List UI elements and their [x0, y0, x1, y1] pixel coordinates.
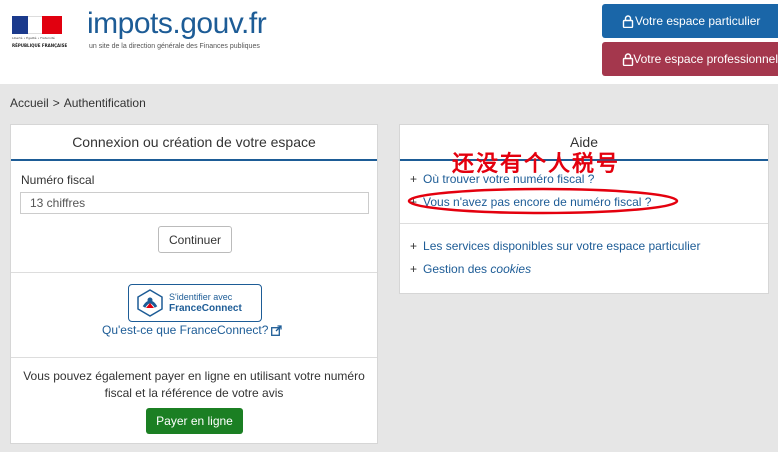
divider — [400, 223, 768, 224]
help-link-label: Les services disponibles sur votre espac… — [423, 239, 701, 253]
fiscal-number-label: Numéro fiscal — [21, 173, 95, 187]
pay-online-description: Vous pouvez également payer en ligne en … — [23, 369, 365, 400]
espace-particulier-button[interactable]: Votre espace particulier — [602, 4, 778, 38]
franceconnect-logo — [137, 289, 163, 317]
breadcrumb: Accueil > Authentification — [10, 96, 146, 110]
franceconnect-label-line2: FranceConnect — [169, 303, 242, 314]
login-panel-title: Connexion ou création de votre espace — [11, 125, 377, 161]
login-panel: Connexion ou création de votre espace Nu… — [10, 124, 378, 444]
breadcrumb-home[interactable]: Accueil — [10, 96, 49, 110]
help-link-cookies[interactable]: + Gestion des cookies — [410, 262, 531, 276]
republic-name: RÉPUBLIQUE FRANÇAISE — [12, 43, 68, 48]
franceconnect-info-label: Qu'est-ce que FranceConnect? — [102, 323, 269, 337]
divider — [11, 357, 377, 358]
marianne-logo[interactable]: Liberté • Égalité • Fraternité RÉPUBLIQU… — [12, 16, 68, 50]
tricolor-flag-icon — [12, 16, 62, 34]
site-logo[interactable]: impots.gouv.fr — [87, 7, 267, 41]
franceconnect-info-link[interactable]: Qu'est-ce que FranceConnect? — [102, 323, 283, 339]
plus-icon: + — [410, 239, 418, 253]
annotation-ellipse — [407, 187, 679, 215]
plus-icon: + — [410, 172, 418, 186]
pay-online-button[interactable]: Payer en ligne — [146, 408, 243, 434]
espace-professionnel-button[interactable]: Votre espace professionnel — [602, 42, 778, 76]
help-link-label: Gestion des — [423, 262, 491, 276]
franceconnect-button[interactable]: S'identifier avec FranceConnect — [128, 284, 262, 322]
franceconnect-label-line1: S'identifier avec — [169, 292, 233, 302]
annotation-text: 还没有个人税号 — [452, 152, 621, 177]
site-header: Liberté • Égalité • Fraternité RÉPUBLIQU… — [0, 0, 778, 84]
fiscal-number-input[interactable] — [20, 192, 369, 214]
espace-professionnel-label: Votre espace professionnel — [633, 52, 778, 66]
help-link-cookies-emphasis: cookies — [490, 262, 532, 276]
help-link-services[interactable]: + Les services disponibles sur votre espa… — [410, 239, 700, 253]
breadcrumb-separator: > — [52, 96, 60, 110]
lock-icon — [622, 52, 634, 66]
lock-icon — [622, 14, 634, 28]
divider — [11, 272, 377, 273]
external-link-icon — [271, 325, 283, 339]
republic-motto: Liberté • Égalité • Fraternité — [12, 36, 55, 40]
continue-button[interactable]: Continuer — [158, 226, 232, 253]
site-tagline: un site de la direction générale des Fin… — [89, 43, 260, 50]
plus-icon: + — [410, 262, 418, 276]
breadcrumb-current: Authentification — [63, 96, 146, 110]
espace-particulier-label: Votre espace particulier — [635, 14, 761, 28]
